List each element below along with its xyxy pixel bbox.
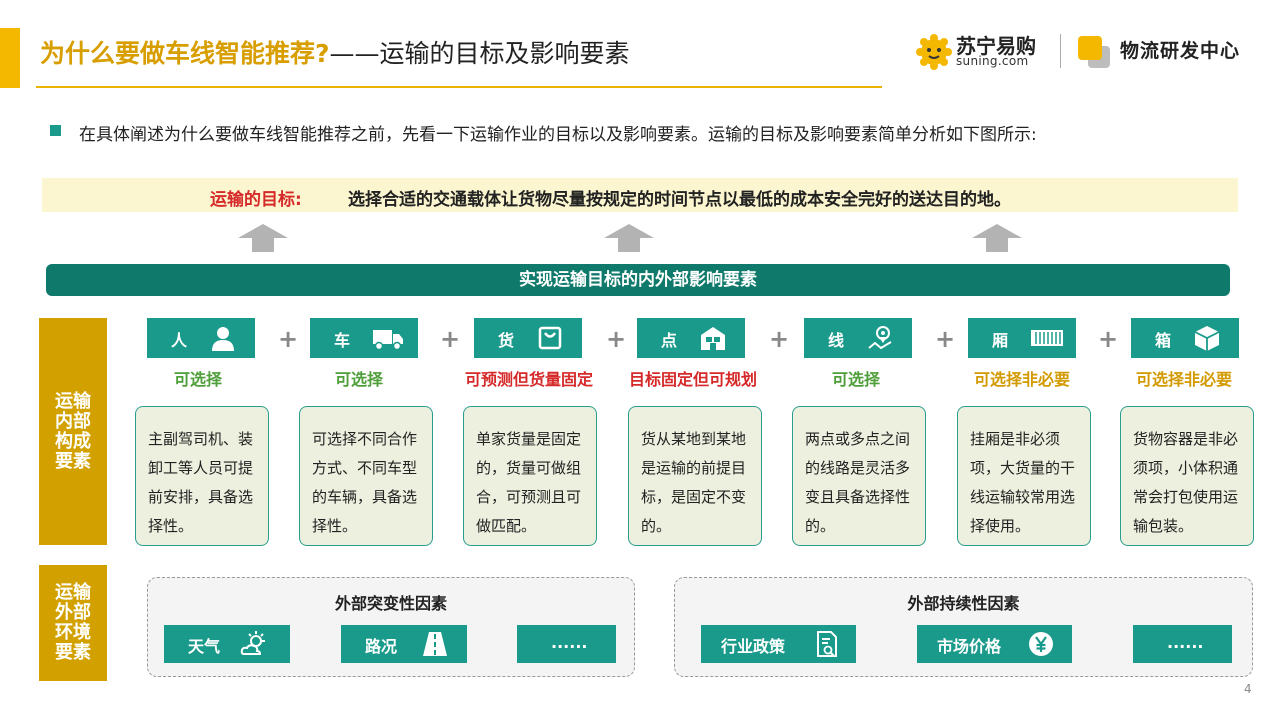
brand-divider: [1060, 34, 1061, 68]
factor-description-card: 两点或多点之间的线路是灵活多变且具备选择性的。: [792, 406, 926, 546]
title-sub: ——运输的目标及影响要素: [329, 39, 630, 68]
department-name: 物流研发中心: [1120, 40, 1241, 62]
title-underline: [36, 86, 882, 88]
title-main: 为什么要做车线智能推荐?: [40, 39, 330, 68]
ext-factor-more: ......: [517, 625, 616, 663]
external-sudden-factors-panel: 外部突变性因素 天气 路况 ......: [147, 577, 635, 677]
page-title: 为什么要做车线智能推荐?——运输的目标及影响要素: [40, 34, 630, 74]
person-icon: [212, 327, 234, 351]
up-arrow-icon: [238, 224, 288, 252]
factor-description-card: 主副驾司机、装卸工等人员可提前安排，具备选择性。: [135, 406, 269, 546]
ext-factor-road: 路况: [341, 625, 467, 663]
factor-description-card: 货从某地到某地是运输的前提目标，是固定不变的。: [628, 406, 762, 546]
external-factors-label: 运输外部环境要素: [39, 565, 107, 681]
policy-document-icon: [817, 631, 837, 657]
goal-label: 运输的目标:: [210, 190, 302, 210]
plus-icon: +: [935, 325, 956, 353]
factor-status-label: 可选择非必要: [1135, 370, 1232, 389]
factor-name: 线: [828, 331, 845, 350]
plus-icon: +: [440, 325, 461, 353]
map-route-icon: [868, 326, 892, 350]
intro-text: 在具体阐述为什么要做车线智能推荐之前，先看一下运输作业的目标以及影响要素。运输的…: [79, 125, 1037, 145]
factors-title-bar: 实现运输目标的内外部影响要素: [46, 264, 1230, 296]
factor-tag-location: 点: [637, 318, 745, 358]
factor-tag-box: 箱: [1131, 318, 1239, 358]
factor-name: 箱: [1155, 331, 1172, 350]
company-name-en: suning.com: [956, 54, 1029, 68]
factor-status-label: 可预测但货量固定: [464, 370, 593, 389]
warehouse-icon: [701, 327, 725, 350]
up-arrow-icon: [604, 224, 654, 252]
plus-icon: +: [1098, 325, 1119, 353]
factor-name: 车: [334, 331, 351, 350]
factor-name: 货: [498, 331, 515, 350]
ext-factor-more: ......: [1133, 625, 1232, 663]
factor-status-label: 可选择: [173, 370, 222, 389]
panel-title: 外部持续性因素: [907, 594, 1020, 613]
factor-description-card: 挂厢是非必须项，大货量的干线运输较常用选择使用。: [957, 406, 1091, 546]
factor-tag-goods: 货: [474, 318, 582, 358]
plus-icon: +: [769, 325, 790, 353]
ext-factor-weather: 天气: [164, 625, 290, 663]
road-icon: [423, 632, 447, 656]
factor-status-label: 可选择非必要: [973, 370, 1070, 389]
internal-factors-label: 运输内部构成要素: [39, 318, 107, 545]
weather-icon: [240, 631, 265, 655]
plus-icon: +: [606, 325, 627, 353]
lion-mascot-icon: [916, 34, 952, 70]
department-logo-icon: [1078, 36, 1110, 68]
ext-factor-market-price: 市场价格: [917, 625, 1072, 663]
goal-banner: 运输的目标: 选择合适的交通载体让货物尽量按规定的时间节点以最低的成本安全完好的…: [42, 178, 1238, 212]
plus-icon: +: [278, 325, 299, 353]
goal-text: 选择合适的交通载体让货物尽量按规定的时间节点以最低的成本安全完好的送达目的地。: [348, 190, 1011, 210]
factor-name: 厢: [992, 331, 1009, 350]
page-number: 4: [1244, 682, 1252, 696]
factor-description-card: 可选择不同合作方式、不同车型的车辆，具备选择性。: [299, 406, 433, 546]
factor-status-label: 目标固定但可规划: [628, 370, 757, 389]
external-persistent-factors-panel: 外部持续性因素 行业政策 市场价格 ......: [674, 577, 1253, 677]
panel-title: 外部突变性因素: [334, 594, 447, 613]
factor-status-label: 可选择: [334, 370, 383, 389]
box-icon: [1194, 326, 1220, 351]
factor-tag-person: 人: [147, 318, 255, 358]
factor-status-label: 可选择: [831, 370, 880, 389]
factor-name: 人: [171, 331, 188, 350]
factor-tag-trailer: 厢: [968, 318, 1076, 358]
factor-tag-vehicle: 车: [310, 318, 418, 358]
title-accent-bar: [0, 28, 20, 88]
container-icon: [1031, 330, 1063, 346]
ext-factor-policy: 行业政策: [701, 625, 856, 663]
factor-description-card: 单家货量是固定的，货量可做组合，可预测且可做匹配。: [463, 406, 597, 546]
shopping-bag-icon: [538, 326, 562, 350]
factor-name: 点: [661, 331, 678, 350]
factor-tag-route: 线: [804, 318, 912, 358]
yen-price-icon: [1029, 632, 1053, 656]
up-arrow-icon: [972, 224, 1022, 252]
factor-description-card: 货物容器是非必须项，小体积通常会打包使用运输包装。: [1120, 406, 1254, 546]
truck-icon: [373, 330, 403, 351]
intro-bullet: [50, 125, 61, 136]
